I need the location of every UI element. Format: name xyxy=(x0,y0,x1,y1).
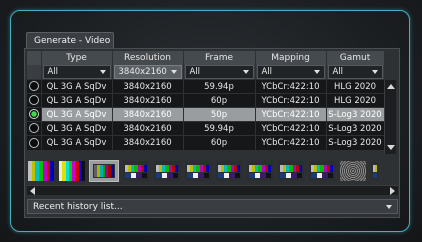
cell-resolution: 3840x2160 xyxy=(112,135,184,150)
pattern-thumbnail-colour-bars-75[interactable] xyxy=(58,160,86,182)
pattern-horizontal-scrollbar[interactable] xyxy=(27,185,398,195)
cell-gamut: S-Log3 2020 xyxy=(326,107,385,122)
row-radio-button-selected[interactable] xyxy=(28,109,39,120)
row-radio-button[interactable] xyxy=(28,137,39,148)
cell-resolution: 3840x2160 xyxy=(112,107,184,122)
chevron-down-icon xyxy=(371,70,378,74)
table-row[interactable]: QL 3G A SqDv 3840x2160 59.94p YCbCr:422:… xyxy=(27,121,385,136)
pattern-thumbnail-smpte-bars-1[interactable] xyxy=(122,160,150,182)
filter-mapping-dropdown[interactable]: All xyxy=(256,65,325,79)
filter-gamut-dropdown[interactable]: All xyxy=(327,65,383,79)
cell-frame: 60p xyxy=(183,135,256,150)
row-radio-button[interactable] xyxy=(28,95,39,106)
pattern-thumbnail-smpte-bars-2[interactable] xyxy=(153,160,181,182)
cell-resolution: 3840x2160 xyxy=(112,79,184,94)
cell-resolution: 3840x2160 xyxy=(112,121,184,136)
pattern-thumbnail-smpte-bars-5[interactable] xyxy=(246,160,274,182)
pattern-thumbnail-colour-bars-split-selected[interactable] xyxy=(89,160,119,182)
cell-gamut: HLG 2020 xyxy=(326,79,385,94)
cell-mapping: YCbCr:422:10 xyxy=(255,107,327,122)
filter-frame-value: All xyxy=(189,67,201,77)
pattern-thumbnail-smpte-bars-6[interactable] xyxy=(277,160,305,182)
test-pattern-strip xyxy=(27,160,398,184)
chevron-down-icon xyxy=(386,204,392,209)
pattern-thumbnail-smpte-bars-3[interactable] xyxy=(184,160,212,182)
cell-frame: 59.94p xyxy=(183,79,256,94)
chevron-down-icon xyxy=(170,70,177,74)
scroll-left-arrow-icon[interactable] xyxy=(30,187,35,195)
cell-type: QL 3G A SqDv xyxy=(41,79,113,94)
cell-mapping: YCbCr:422:10 xyxy=(255,79,327,94)
chevron-down-icon xyxy=(313,70,320,74)
recent-history-label: Recent history list... xyxy=(33,201,123,212)
table-row[interactable]: QL 3G A SqDv 3840x2160 60p YCbCr:422:10 … xyxy=(27,93,385,108)
chevron-down-icon xyxy=(99,70,106,74)
format-table: Type Resolution Frame Mapping Gamut All … xyxy=(27,51,385,150)
pattern-thumbnail-smpte-bars-7[interactable] xyxy=(308,160,336,182)
scroll-down-arrow-icon[interactable] xyxy=(387,145,395,150)
cell-gamut: HLG 2020 xyxy=(326,93,385,108)
scroll-up-arrow-icon[interactable] xyxy=(387,84,395,89)
filter-frame-dropdown[interactable]: All xyxy=(184,65,254,79)
filter-resolution-value: 3840x2160 xyxy=(118,67,167,77)
cell-frame: 60p xyxy=(183,93,256,108)
scroll-right-arrow-icon[interactable] xyxy=(390,187,395,195)
table-row-selected[interactable]: QL 3G A SqDv 3840x2160 50p YCbCr:422:10 … xyxy=(27,107,385,122)
filter-mapping-value: All xyxy=(261,67,273,77)
cell-frame: 59.94p xyxy=(183,121,256,136)
tab-generate-video[interactable]: Generate - Video xyxy=(26,32,114,49)
pattern-thumbnail-smpte-bars-4[interactable] xyxy=(215,160,243,182)
pattern-thumbnail-colour-bars-100[interactable] xyxy=(27,160,55,182)
row-radio-button[interactable] xyxy=(28,81,39,92)
column-header-mapping[interactable]: Mapping xyxy=(255,51,327,65)
column-header-type[interactable]: Type xyxy=(41,51,113,65)
filter-row: All 3840x2160 All All All xyxy=(27,65,385,80)
table-row[interactable]: QL 3G A SqDv 3840x2160 59.94p YCbCr:422:… xyxy=(27,79,385,94)
recent-history-dropdown[interactable]: Recent history list... xyxy=(27,199,398,214)
radio-column-header xyxy=(27,51,42,65)
table-header: Type Resolution Frame Mapping Gamut xyxy=(27,51,385,65)
table-row[interactable]: QL 3G A SqDv 3840x2160 60p YCbCr:422:10 … xyxy=(27,135,385,150)
cell-mapping: YCbCr:422:10 xyxy=(255,93,327,108)
column-header-frame[interactable]: Frame xyxy=(183,51,256,65)
cell-mapping: YCbCr:422:10 xyxy=(255,135,327,150)
pattern-thumbnail-zone-plate[interactable] xyxy=(339,160,367,182)
cell-type: QL 3G A SqDv xyxy=(41,93,113,108)
scroll-thumb[interactable] xyxy=(387,94,395,138)
filter-type-dropdown[interactable]: All xyxy=(42,65,111,79)
filter-resolution-dropdown[interactable]: 3840x2160 xyxy=(113,65,182,79)
table-vertical-scrollbar[interactable] xyxy=(384,80,396,154)
cell-gamut: S-Log3 2020 xyxy=(326,121,385,136)
filter-type-value: All xyxy=(47,67,59,77)
pattern-thumbnail-smpte-bars-8[interactable] xyxy=(370,160,380,182)
column-header-resolution[interactable]: Resolution xyxy=(112,51,184,65)
row-radio-button[interactable] xyxy=(28,123,39,134)
chevron-down-icon xyxy=(242,70,249,74)
cell-frame: 50p xyxy=(183,107,256,122)
cell-resolution: 3840x2160 xyxy=(112,93,184,108)
cell-mapping: YCbCr:422:10 xyxy=(255,121,327,136)
filter-spacer xyxy=(27,65,42,80)
cell-gamut: S-Log3 2020 xyxy=(326,135,385,150)
filter-gamut-value: All xyxy=(332,67,344,77)
cell-type: QL 3G A SqDv xyxy=(41,135,113,150)
cell-type: QL 3G A SqDv xyxy=(41,107,113,122)
column-header-gamut[interactable]: Gamut xyxy=(326,51,385,65)
cell-type: QL 3G A SqDv xyxy=(41,121,113,136)
